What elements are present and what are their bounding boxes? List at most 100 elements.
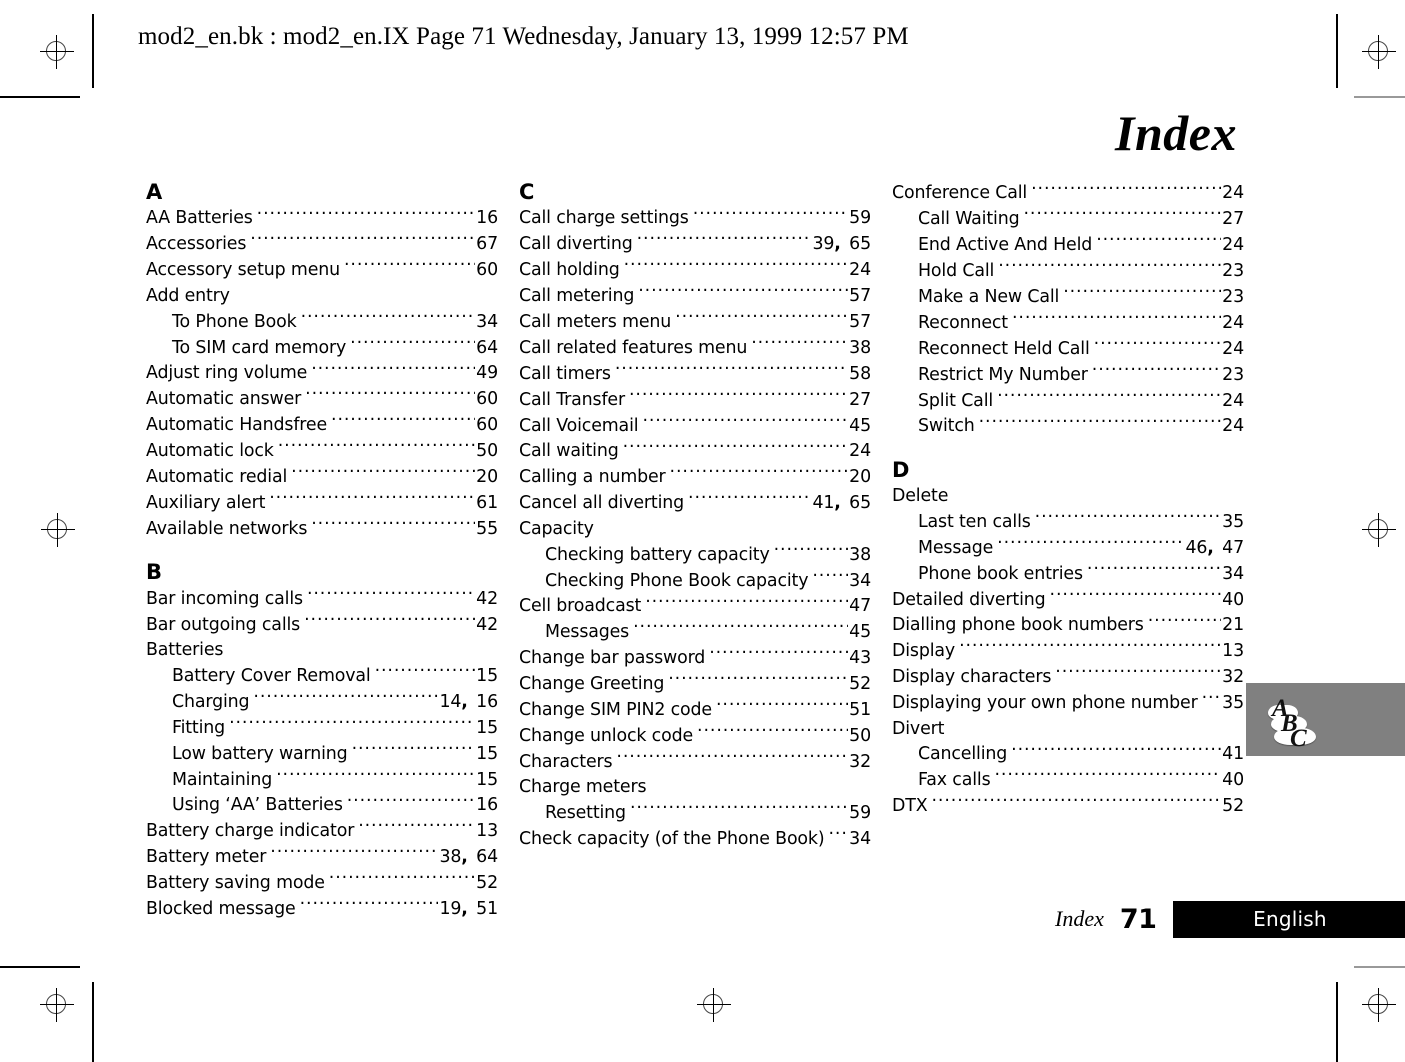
index-entry-leader-dots xyxy=(688,491,811,508)
index-entry-label: Dialling phone book numbers xyxy=(892,615,1144,636)
index-entry-label: Phone book entries xyxy=(918,563,1083,584)
index-entry-pages: 24 xyxy=(1222,338,1244,359)
index-entry-leader-dots xyxy=(1023,207,1221,224)
index-entry-pages: 15 xyxy=(476,769,498,790)
index-entry-pages: 23 xyxy=(1222,286,1244,307)
index-entry-pages: 34 xyxy=(476,311,498,332)
index-columns: A AA Batteries 16 Accessories 67 Accessory se… xyxy=(146,181,1246,922)
index-entry-leader-dots xyxy=(352,741,476,758)
index-entry-pages: 43 xyxy=(849,648,871,669)
index-entry-label: Bar incoming calls xyxy=(146,588,303,609)
index-entry-label: Available networks xyxy=(146,518,308,539)
index-entry-label: Auxiliary alert xyxy=(146,492,266,513)
index-entry-pages: 38 xyxy=(849,544,871,565)
index-column: A AA Batteries 16 Accessories 67 Accessory se… xyxy=(146,181,498,922)
index-entry-leader-dots xyxy=(709,646,848,663)
index-entry: Checking Phone Book capacity 34 xyxy=(519,568,871,594)
index-entry-pages: 60 xyxy=(476,260,498,281)
index-entry: Messages 45 xyxy=(519,620,871,646)
index-entry-leader-dots xyxy=(998,259,1221,276)
index-entry-pages: 13 xyxy=(476,821,498,842)
index-entry-label: To Phone Book xyxy=(172,311,297,332)
abc-logo-icon: A B C xyxy=(1264,689,1324,751)
index-entry: Conference Call 24 xyxy=(892,181,1244,207)
index-entry-label: Split Call xyxy=(918,390,994,411)
index-entry-leader-dots xyxy=(1063,285,1221,302)
index-entry-leader-dots xyxy=(959,639,1221,656)
index-entry-label: Charge meters xyxy=(519,777,647,798)
index-entry-label: Divert xyxy=(892,718,945,739)
index-entry-leader-dots xyxy=(997,388,1221,405)
index-entry-pages: 67 xyxy=(476,234,498,255)
index-entry: Bar incoming calls 42 xyxy=(146,586,498,612)
index-entry: Cancel all diverting 41, 65 xyxy=(519,491,871,517)
registration-mark-bottom-right xyxy=(1362,988,1396,1022)
index-entry: Call diverting 39, 65 xyxy=(519,232,871,258)
index-entry-leader-dots xyxy=(1087,561,1221,578)
index-entry-pages: 14, 16 xyxy=(439,691,498,712)
index-entry-label: Check capacity (of the Phone Book) xyxy=(519,829,825,850)
index-entry-leader-dots xyxy=(1096,233,1221,250)
index-entry: Cell broadcast 47 xyxy=(519,594,871,620)
index-entry-pages: 13 xyxy=(1222,641,1244,662)
index-entry-label: Call Transfer xyxy=(519,389,625,410)
index-entry-pages: 55 xyxy=(476,518,498,539)
index-entry-leader-dots xyxy=(307,586,475,603)
index-entry-pages: 23 xyxy=(1222,261,1244,282)
index-entry-pages: 47 xyxy=(849,596,871,617)
index-entry: Charge meters xyxy=(519,775,871,801)
index-entry-pages: 24 xyxy=(1222,312,1244,333)
registration-mark-left-middle xyxy=(41,513,75,547)
registration-mark-bottom-center xyxy=(697,988,731,1022)
index-entry: Automatic answer 60 xyxy=(146,387,498,413)
section-letter-heading: C xyxy=(519,180,535,204)
index-entry-pages: 59 xyxy=(849,208,871,229)
index-entry-leader-dots xyxy=(716,698,848,715)
index-entry-pages: 52 xyxy=(849,674,871,695)
index-entry-leader-dots xyxy=(615,361,848,378)
crop-line-right-vertical-top xyxy=(1336,14,1338,88)
index-entry-label: Call meters menu xyxy=(519,312,672,332)
index-entry-label: Hold Call xyxy=(918,261,995,282)
index-entry-leader-dots xyxy=(350,335,475,352)
index-entry: Display 13 xyxy=(892,639,1244,665)
index-entry-label: Automatic answer xyxy=(146,389,302,410)
index-entry-pages: 45 xyxy=(849,622,871,643)
index-entry-label: Batteries xyxy=(146,640,224,661)
index-entry: Accessories 67 xyxy=(146,232,498,258)
index-entry-label: Call metering xyxy=(519,286,635,307)
index-entry-pages: 64 xyxy=(476,337,498,358)
index-entry: Capacity xyxy=(519,517,871,543)
index-entry-label: Reconnect Held Call xyxy=(918,338,1090,359)
index-entry: Switch 24 xyxy=(892,414,1244,440)
index-entry-label: Change Greeting xyxy=(519,674,665,695)
index-entry-leader-dots xyxy=(291,465,475,482)
index-entry-leader-dots xyxy=(329,871,475,888)
index-entry-pages: 16 xyxy=(476,208,498,229)
index-entry: Maintaining 15 xyxy=(146,767,498,793)
index-entry-label: To SIM card memory xyxy=(172,337,347,358)
footer-section-label: Index xyxy=(1055,906,1104,931)
index-entry-pages: 41 xyxy=(1222,744,1244,765)
index-entry-label: Display characters xyxy=(892,667,1052,688)
index-entry-label: Maintaining xyxy=(172,769,273,790)
index-entry: Battery saving mode 52 xyxy=(146,871,498,897)
index-entry: Split Call 24 xyxy=(892,388,1244,414)
index-entry-leader-dots xyxy=(229,715,475,732)
index-entry: Battery Cover Removal 15 xyxy=(146,664,498,690)
index-entry: Change bar password 43 xyxy=(519,646,871,672)
index-entry-pages: 40 xyxy=(1222,770,1244,791)
index-entry-label: Messages xyxy=(545,622,630,643)
index-entry: Batteries xyxy=(146,638,498,664)
index-entry-label: End Active And Held xyxy=(918,235,1093,256)
index-entry-label: Make a New Call xyxy=(918,286,1060,307)
index-entry-label: Fitting xyxy=(172,717,226,738)
index-entry-pages: 52 xyxy=(476,873,498,894)
index-entry-pages: 40 xyxy=(1222,589,1244,610)
index-entry-leader-dots xyxy=(812,568,848,585)
index-entry-pages: 34 xyxy=(849,570,871,591)
index-entry-pages: 24 xyxy=(1222,235,1244,256)
index-entry-label: Battery meter xyxy=(146,847,267,868)
index-entry: Hold Call 23 xyxy=(892,259,1244,285)
index-entry: Blocked message 19, 51 xyxy=(146,897,498,923)
